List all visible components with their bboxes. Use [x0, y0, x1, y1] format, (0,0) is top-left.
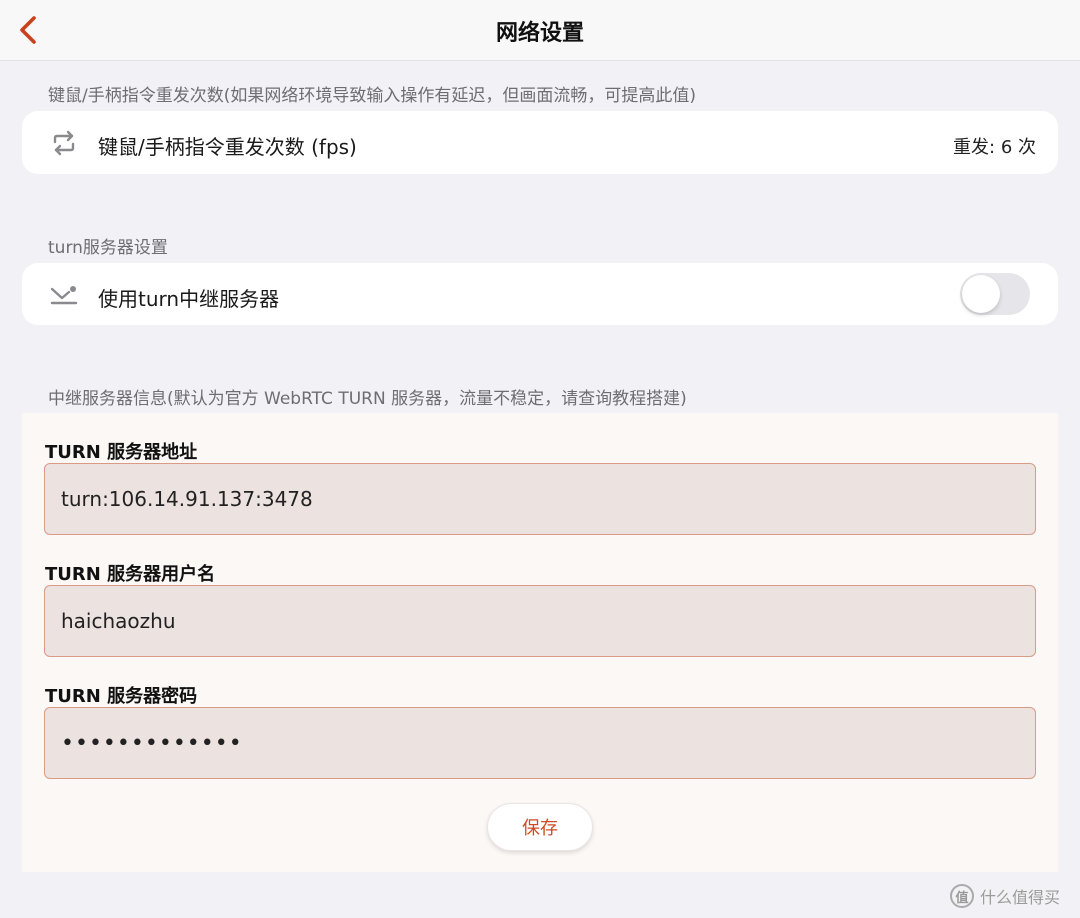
turn-username-input[interactable] — [44, 585, 1036, 657]
turn-relay-toggle[interactable] — [960, 273, 1030, 315]
nav-header: 网络设置 — [0, 0, 1080, 61]
relay-icon — [48, 278, 80, 310]
repeat-icon — [48, 127, 80, 159]
repeat-count-value[interactable]: 重发: 6 次 — [953, 133, 1036, 159]
turn-address-input[interactable] — [44, 463, 1036, 535]
network-settings-page: 网络设置 键鼠/手柄指令重发次数(如果网络环境导致输入操作有延迟，但画面流畅，可… — [0, 0, 1080, 918]
repeat-count-label: 键鼠/手柄指令重发次数 (fps) — [98, 135, 357, 159]
toggle-knob — [962, 275, 1000, 313]
turn-relay-row: 使用turn中继服务器 — [22, 263, 1058, 325]
turn-password-input[interactable] — [44, 707, 1036, 779]
save-button[interactable]: 保存 — [487, 803, 593, 851]
repeat-count-row[interactable]: 键鼠/手柄指令重发次数 (fps) 重发: 6 次 — [22, 111, 1058, 174]
turn-username-label: TURN 服务器用户名 — [45, 564, 216, 585]
relay-info-caption: 中继服务器信息(默认为官方 WebRTC TURN 服务器，流量不稳定，请查询教… — [48, 389, 687, 409]
turn-password-label: TURN 服务器密码 — [45, 686, 198, 707]
repeat-section-caption: 键鼠/手柄指令重发次数(如果网络环境导致输入操作有延迟，但画面流畅，可提高此值) — [48, 86, 696, 106]
turn-address-label: TURN 服务器地址 — [45, 442, 198, 463]
watermark-text: 什么值得买 — [980, 888, 1061, 907]
turn-section-caption: turn服务器设置 — [48, 238, 168, 258]
turn-relay-label: 使用turn中继服务器 — [98, 287, 280, 311]
watermark: 值 什么值得买 — [950, 882, 1060, 910]
watermark-logo-icon: 值 — [950, 884, 974, 908]
page-title: 网络设置 — [495, 20, 584, 46]
